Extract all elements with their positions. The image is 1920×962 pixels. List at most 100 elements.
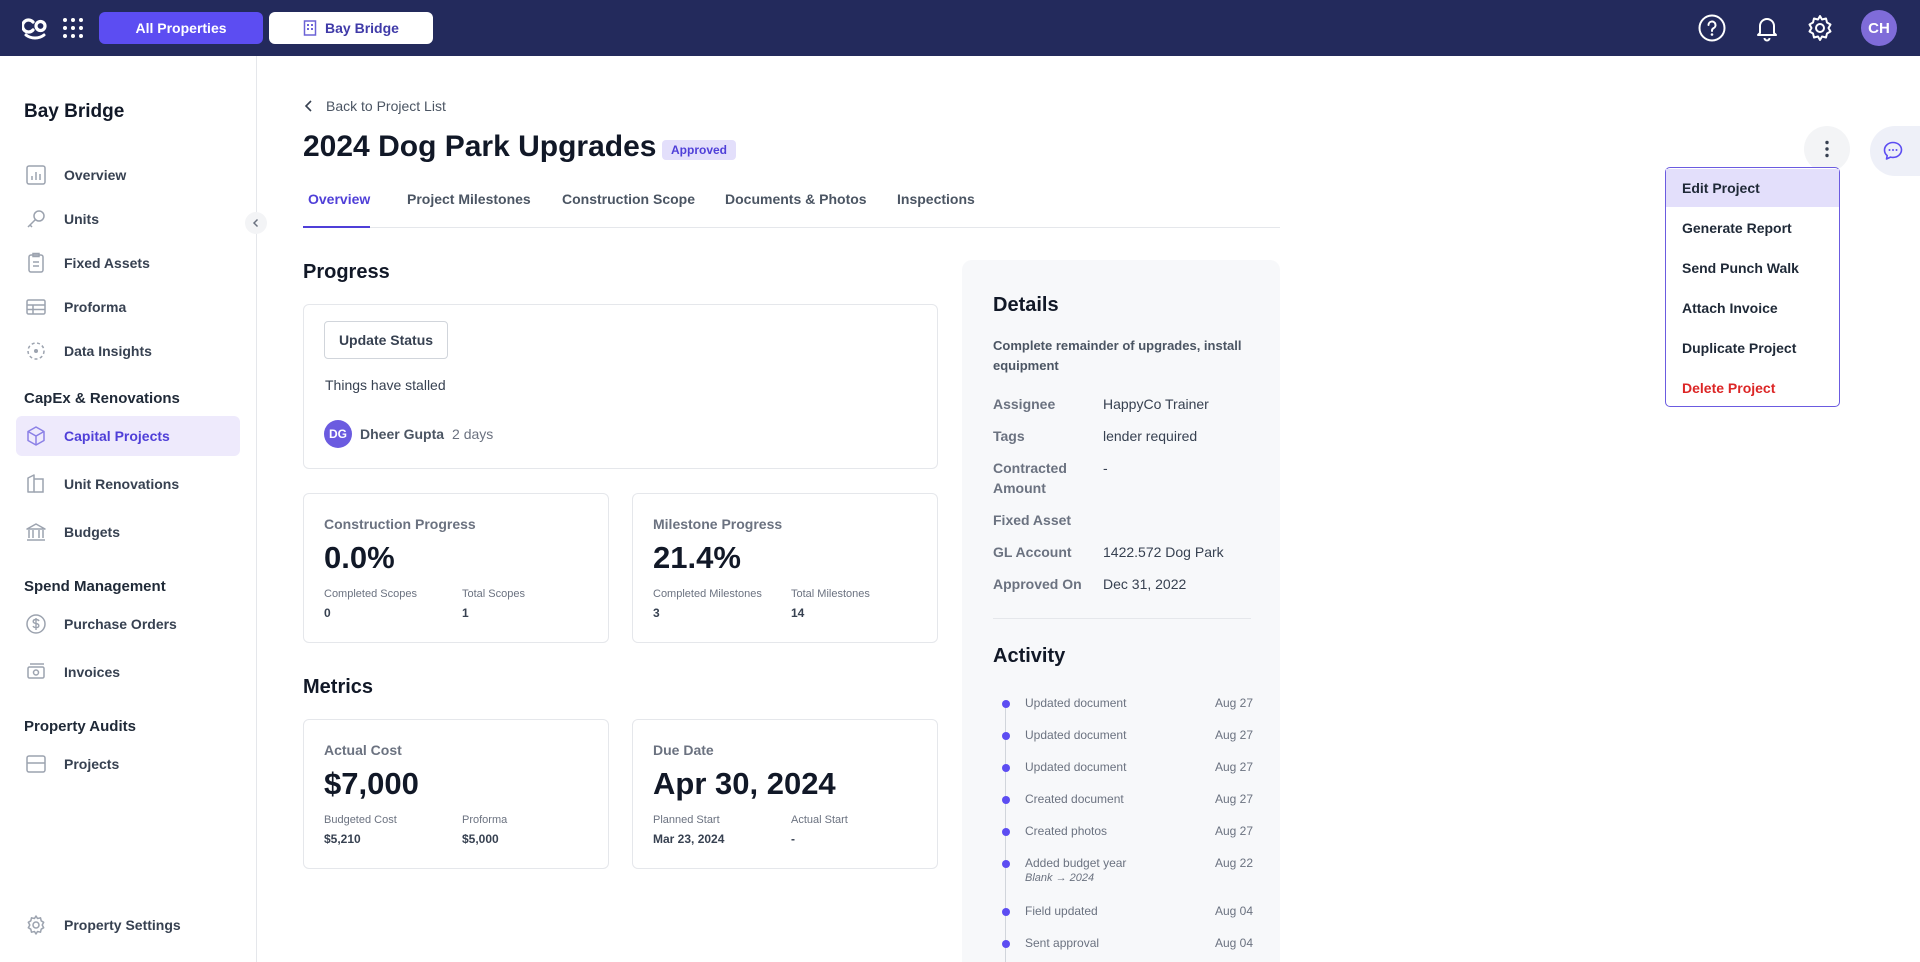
progress-heading: Progress	[303, 261, 390, 283]
chevron-left-icon	[304, 100, 312, 112]
happyco-logo-icon[interactable]	[22, 16, 48, 40]
sidebar-title: Bay Bridge	[24, 101, 125, 122]
building-icon	[303, 20, 317, 36]
sidebar-item-label: Budgets	[64, 524, 120, 540]
sub-value: $5,000	[462, 832, 499, 846]
sidebar-item-fixed-assets[interactable]: Fixed Assets	[16, 243, 240, 283]
sub-label: Completed Milestones	[653, 588, 762, 600]
back-to-project-list-link[interactable]: Back to Project List	[304, 98, 446, 114]
menu-item-edit-project[interactable]: Edit Project	[1666, 169, 1839, 207]
sidebar-item-overview[interactable]: Overview	[16, 155, 240, 195]
sidebar-item-label: Proforma	[64, 299, 127, 315]
avatar: DG	[324, 420, 352, 448]
activity-text: Added budget year	[1025, 856, 1127, 870]
more-options-button[interactable]	[1804, 126, 1850, 172]
tab-project-milestones[interactable]: Project Milestones	[407, 191, 531, 207]
sidebar-item-invoices[interactable]: Invoices	[16, 652, 240, 692]
actual-cost-card: Actual Cost $7,000 Budgeted Cost $5,210 …	[303, 719, 609, 869]
detail-label: Contracted Amount	[993, 460, 1067, 496]
sidebar: Bay Bridge Overview Units Fixed Assets P…	[0, 56, 257, 962]
menu-item-generate-report[interactable]: Generate Report	[1666, 209, 1839, 247]
help-icon[interactable]	[1697, 13, 1727, 43]
sidebar-item-property-settings[interactable]: Property Settings	[16, 905, 240, 945]
timeline-dot	[1002, 732, 1010, 740]
author-name: Dheer Gupta	[360, 426, 445, 442]
gear-icon	[27, 915, 45, 935]
details-heading: Details	[993, 294, 1059, 316]
activity-date: Aug 27	[1214, 760, 1253, 774]
sidebar-item-projects[interactable]: Projects	[16, 744, 240, 784]
bell-icon[interactable]	[1752, 13, 1782, 43]
menu-item-duplicate-project[interactable]: Duplicate Project	[1666, 329, 1839, 367]
divider	[993, 618, 1251, 619]
sidebar-item-data-insights[interactable]: Data Insights	[16, 331, 240, 371]
active-tab-indicator	[303, 226, 370, 228]
tab-bar: Overview Project Milestones Construction…	[303, 181, 1280, 228]
tab-overview[interactable]: Overview	[308, 191, 370, 207]
stat-value: $7,000	[324, 766, 419, 801]
sub-value: -	[791, 832, 795, 846]
sidebar-section-spend: Spend Management	[24, 578, 166, 595]
menu-item-delete-project[interactable]: Delete Project	[1666, 369, 1839, 407]
sidebar-item-units[interactable]: Units	[16, 199, 240, 239]
stat-label: Construction Progress	[324, 516, 476, 532]
status-card: Update Status Things have stalled DG Dhe…	[303, 304, 938, 469]
timeline-dot	[1002, 860, 1010, 868]
apps-grid-icon[interactable]	[63, 18, 83, 38]
activity-text: Updated document	[1025, 760, 1127, 774]
sidebar-item-unit-renovations[interactable]: Unit Renovations	[16, 464, 240, 504]
property-selector-button[interactable]: Bay Bridge	[269, 12, 433, 44]
chat-icon	[1883, 141, 1903, 160]
activity-date: Aug 27	[1214, 696, 1253, 710]
time-ago: 2 days	[452, 426, 494, 442]
sub-value: 1	[462, 606, 469, 620]
box-icon	[27, 426, 45, 446]
tab-construction-scope[interactable]: Construction Scope	[562, 191, 695, 207]
collapse-sidebar-button[interactable]	[245, 212, 267, 234]
detail-value: HappyCo Trainer	[1103, 396, 1209, 412]
stat-label: Milestone Progress	[653, 516, 783, 532]
metrics-heading: Metrics	[303, 676, 374, 698]
sidebar-item-proforma[interactable]: Proforma	[16, 287, 240, 327]
tab-inspections[interactable]: Inspections	[897, 191, 975, 207]
page-title: 2024 Dog Park Upgrades	[303, 130, 657, 163]
sub-label: Actual Start	[791, 814, 848, 826]
sidebar-item-capital-projects[interactable]: Capital Projects	[16, 416, 240, 456]
top-bar: All Properties Bay Bridge CH	[0, 0, 1920, 56]
sidebar-item-label: Fixed Assets	[64, 255, 150, 271]
timeline-dot	[1002, 796, 1010, 804]
stat-label: Due Date	[653, 742, 714, 758]
timeline-dot	[1002, 700, 1010, 708]
sub-label: Proforma	[462, 814, 508, 826]
paint-icon	[27, 474, 44, 493]
sub-value: Mar 23, 2024	[653, 832, 725, 846]
key-icon	[27, 210, 45, 228]
sidebar-item-label: Units	[64, 211, 99, 227]
chat-button[interactable]	[1870, 126, 1920, 176]
sub-label: Total Scopes	[462, 588, 525, 600]
menu-item-send-punch-walk[interactable]: Send Punch Walk	[1666, 249, 1839, 287]
activity-text: Updated document	[1025, 728, 1127, 742]
detail-value: -	[1103, 460, 1108, 476]
project-actions-menu: Edit Project Generate Report Send Punch …	[1665, 167, 1840, 407]
activity-date: Aug 22	[1214, 856, 1253, 870]
sidebar-section-audits: Property Audits	[24, 718, 136, 735]
sidebar-section-capex: CapEx & Renovations	[24, 390, 180, 407]
detail-label: Fixed Asset	[993, 512, 1072, 528]
sidebar-item-purchase-orders[interactable]: Purchase Orders	[16, 604, 240, 644]
activity-text: Created document	[1025, 792, 1124, 806]
menu-item-attach-invoice[interactable]: Attach Invoice	[1666, 289, 1839, 327]
sub-value: $5,210	[324, 832, 361, 846]
invoice-icon	[27, 663, 45, 679]
sidebar-item-budgets[interactable]: Budgets	[16, 512, 240, 552]
tab-documents-photos[interactable]: Documents & Photos	[725, 191, 867, 207]
chevron-left-icon	[252, 218, 259, 228]
all-properties-button[interactable]: All Properties	[99, 12, 263, 44]
sidebar-item-label: Purchase Orders	[64, 616, 177, 632]
activity-text: Created photos	[1025, 824, 1108, 838]
gear-icon[interactable]	[1805, 13, 1835, 43]
sidebar-item-label: Invoices	[64, 664, 121, 680]
insights-icon	[27, 342, 45, 360]
user-avatar[interactable]: CH	[1861, 10, 1897, 46]
update-status-button[interactable]: Update Status	[324, 321, 448, 359]
